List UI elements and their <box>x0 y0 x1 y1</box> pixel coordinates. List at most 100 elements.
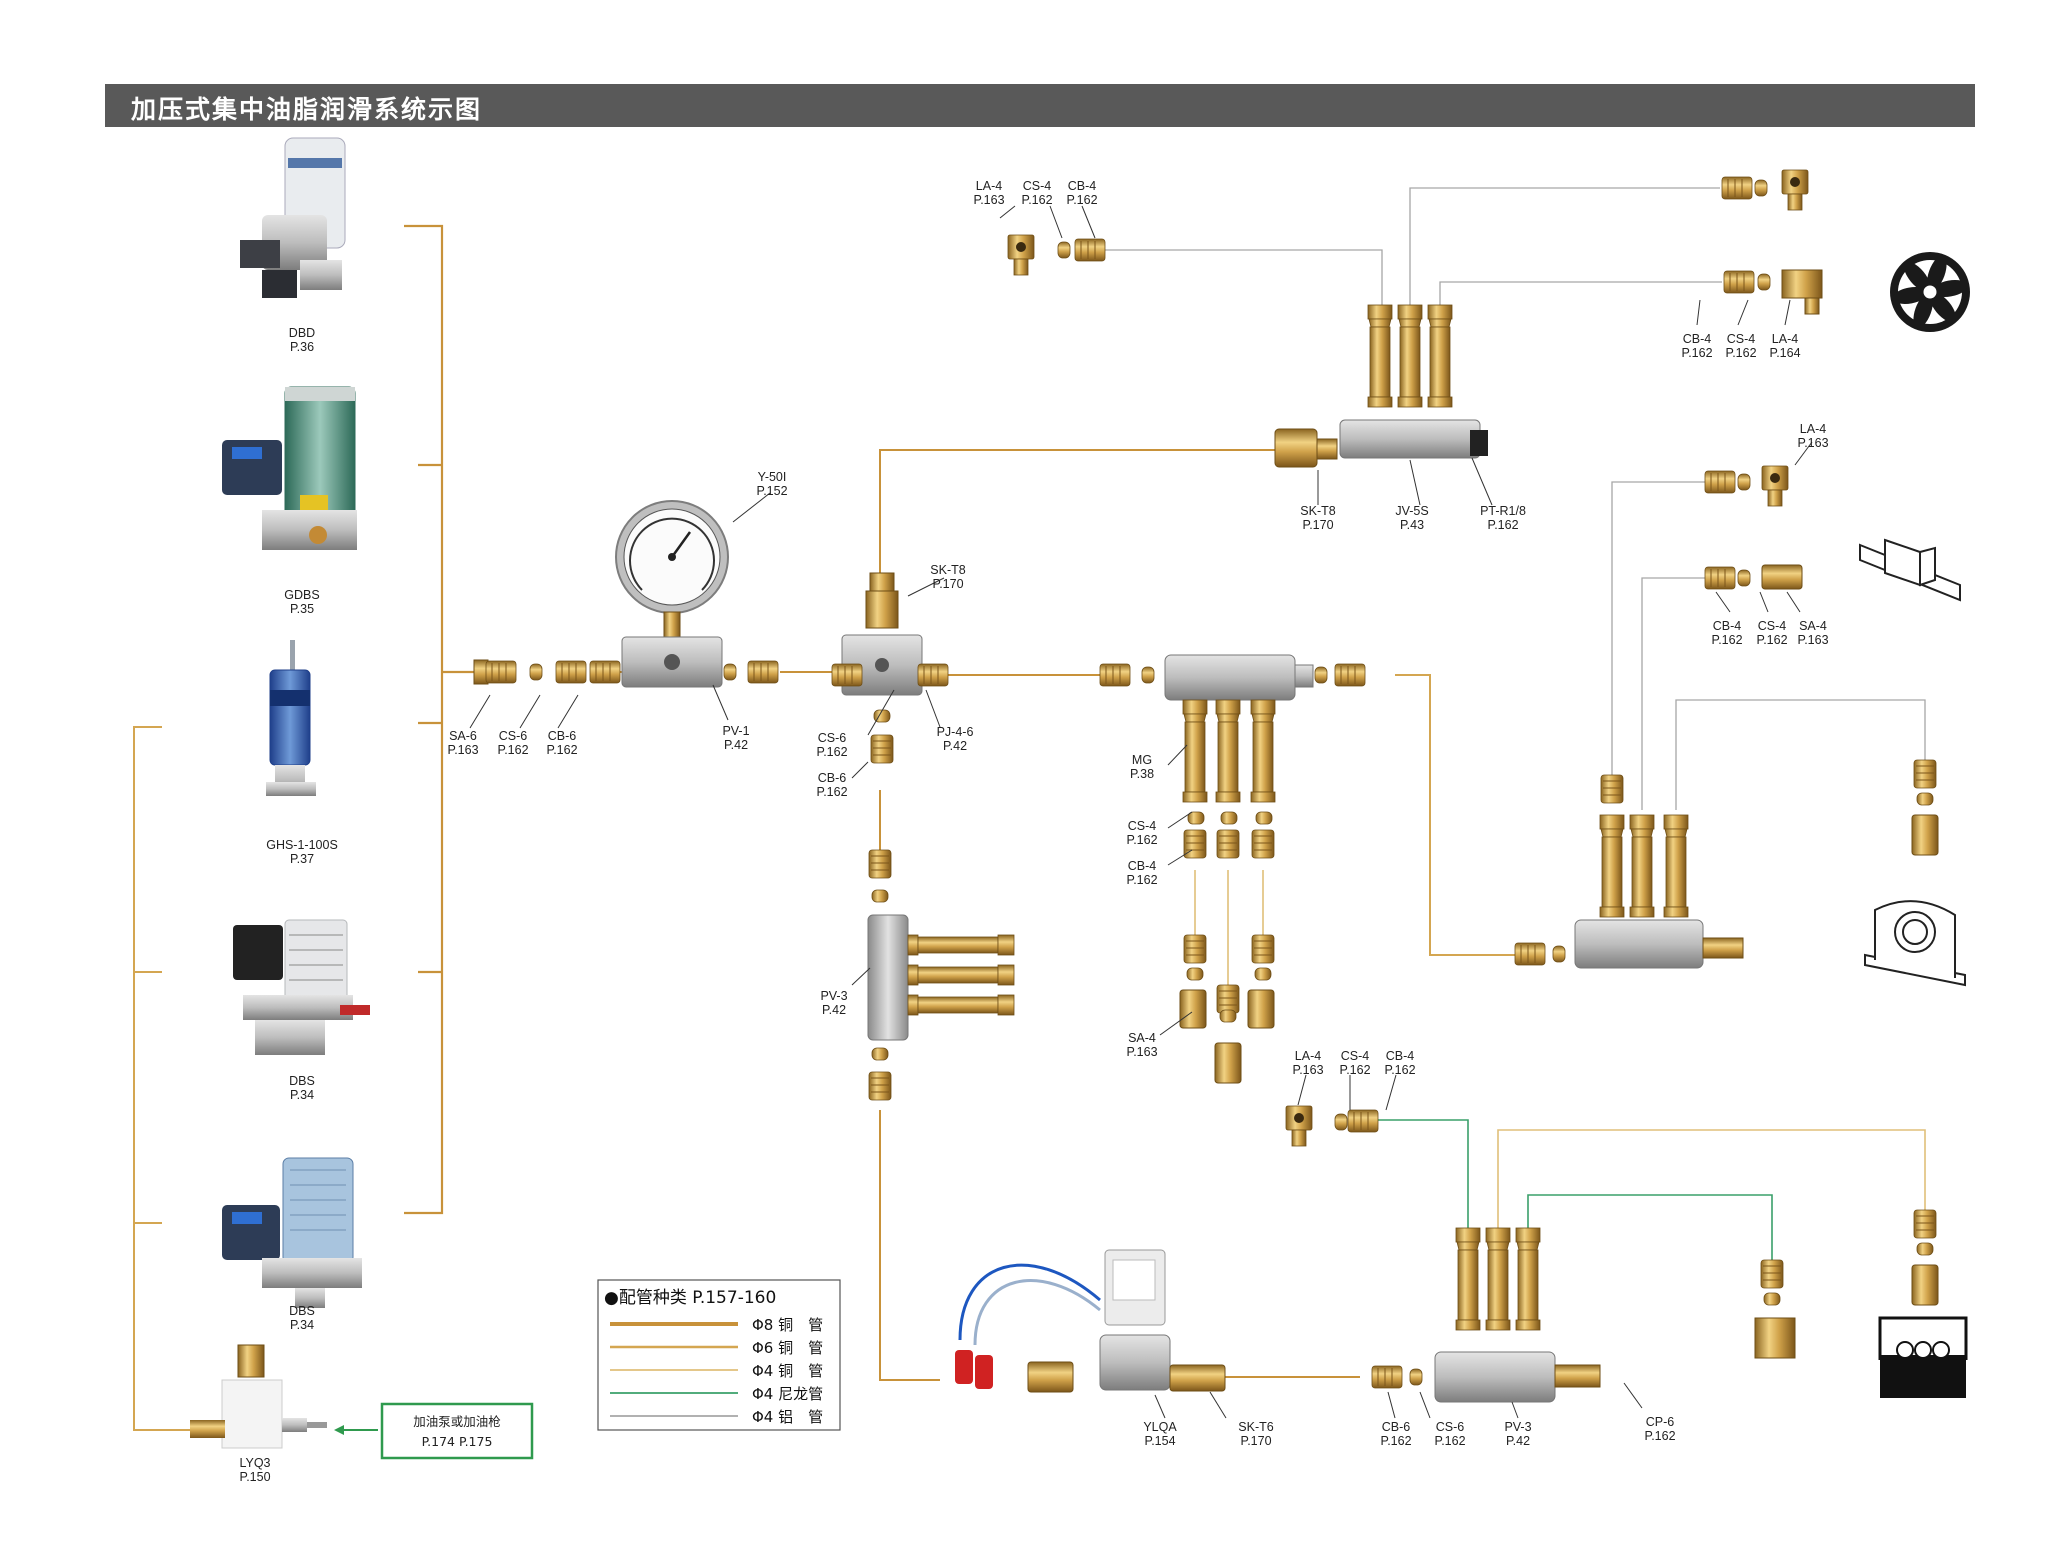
labels: DBD P.36 GDBS P.35 GHS-1-100S P.37 DBS P… <box>239 179 1828 1484</box>
leader-lines <box>469 205 1813 1419</box>
label-sa6-page: P.163 <box>447 743 478 757</box>
label-skt6-page: P.170 <box>1240 1434 1271 1448</box>
label-cb6b-page: P.162 <box>816 785 847 799</box>
label-cs4top-page: P.162 <box>1021 193 1052 207</box>
legend-item-cu6: Φ6 铜 管 <box>752 1339 823 1357</box>
label-skt6-model: SK-T6 <box>1238 1420 1273 1434</box>
label-y50i-page: P.152 <box>756 484 787 498</box>
label-cs6br-model: CS-6 <box>1436 1420 1465 1434</box>
label-la4r-model: LA-4 <box>1800 422 1826 436</box>
linear-guide-icon <box>1859 538 1961 602</box>
label-skt8top-page: P.170 <box>1302 518 1333 532</box>
jv5s-distributor <box>1274 304 1488 468</box>
label-sa6-model: SA-6 <box>449 729 477 743</box>
label-cb4mg-page: P.162 <box>1126 873 1157 887</box>
pump-ghs <box>266 640 316 796</box>
label-ptr18-model: PT-R1/8 <box>1480 504 1526 518</box>
label-lyq3-page: P.150 <box>239 1470 270 1484</box>
label-cb6br-model: CB-6 <box>1382 1420 1411 1434</box>
legend-item-cu8: Φ8 铜 管 <box>752 1316 823 1334</box>
pipes <box>133 187 1926 1431</box>
label-cb4tr-model: CB-4 <box>1683 332 1712 346</box>
pump-dbs-2 <box>222 1157 362 1308</box>
label-cb4tr-page: P.162 <box>1681 346 1712 360</box>
label-mg-model: MG <box>1132 753 1152 767</box>
label-cb4mg-model: CB-4 <box>1128 859 1157 873</box>
label-dbd-page: P.36 <box>290 340 314 354</box>
label-dbd-model: DBD <box>289 326 315 340</box>
label-cs4top-model: CS-4 <box>1023 179 1052 193</box>
label-cb6b-model: CB-6 <box>818 771 847 785</box>
label-pj46-page: P.42 <box>943 739 967 753</box>
label-ylqa-page: P.154 <box>1144 1434 1175 1448</box>
label-cb4r-model: CB-4 <box>1713 619 1742 633</box>
pipe-legend: ●配管种类 P.157-160 Φ8 铜 管 Φ6 铜 管 Φ4 铜 管 Φ4 … <box>597 1279 841 1431</box>
label-ptr18-page: P.162 <box>1487 518 1518 532</box>
legend-item-cu4: Φ4 铜 管 <box>752 1362 823 1380</box>
label-cb6-model: CB-6 <box>548 729 577 743</box>
label-cs6-page: P.162 <box>497 743 528 757</box>
pump-dbs-1 <box>233 919 370 1055</box>
pv3-left-body <box>867 849 1015 1101</box>
slide-way-icon <box>1878 1316 1968 1398</box>
label-cb6br-page: P.162 <box>1380 1434 1411 1448</box>
label-cb4top-model: CB-4 <box>1068 179 1097 193</box>
label-dbs1-model: DBS <box>289 1074 315 1088</box>
label-cb4r-page: P.162 <box>1711 633 1742 647</box>
label-mg-page: P.38 <box>1130 767 1154 781</box>
label-skt8-mid-page: P.170 <box>932 577 963 591</box>
label-gdbs-page: P.35 <box>290 602 314 616</box>
label-y50i-model: Y-50I <box>758 470 787 484</box>
label-la4tr-page: P.164 <box>1769 346 1800 360</box>
label-la4tr-model: LA-4 <box>1772 332 1798 346</box>
label-pv3left-model: PV-3 <box>820 989 847 1003</box>
label-cs6br-page: P.162 <box>1434 1434 1465 1448</box>
label-ylqa-model: YLQA <box>1143 1420 1177 1434</box>
label-ghs-model: GHS-1-100S <box>266 838 338 852</box>
label-dbs2-page: P.34 <box>290 1318 314 1332</box>
filler-notice-line1: 加油泵或加油枪 <box>413 1414 501 1429</box>
pv1-body <box>589 636 779 688</box>
label-dbs2-model: DBS <box>289 1304 315 1318</box>
filler-notice: 加油泵或加油枪 P.174 P.175 <box>334 1402 534 1460</box>
filler-notice-line2: P.174 P.175 <box>422 1434 493 1449</box>
label-gdbs-model: GDBS <box>284 588 319 602</box>
fan-icon <box>1890 252 1970 332</box>
label-lyq3-model: LYQ3 <box>239 1456 270 1470</box>
label-pv3br-model: PV-3 <box>1504 1420 1531 1434</box>
label-cb4b-model: CB-4 <box>1386 1049 1415 1063</box>
label-cs4b-page: P.162 <box>1339 1063 1370 1077</box>
label-pv1-page: P.42 <box>724 738 748 752</box>
label-cs4tr-model: CS-4 <box>1727 332 1756 346</box>
ylqa-switch <box>955 1249 1226 1393</box>
pump-gdbs <box>222 386 357 550</box>
pump-dbd <box>240 137 346 298</box>
label-pv1-model: PV-1 <box>722 724 749 738</box>
top-right-fittings <box>1721 169 1823 315</box>
legend-item-nylon4: Φ4 尼龙管 <box>752 1385 823 1403</box>
label-pv3br-page: P.42 <box>1506 1434 1530 1448</box>
label-la4b-page: P.163 <box>1292 1063 1323 1077</box>
label-cb4top-page: P.162 <box>1066 193 1097 207</box>
legend-title: ●配管种类 P.157-160 <box>604 1288 776 1308</box>
bearing-block-icon <box>1864 900 1966 987</box>
label-sa4r-model: SA-4 <box>1799 619 1827 633</box>
label-cs4r-model: CS-4 <box>1758 619 1787 633</box>
label-cs4tr-page: P.162 <box>1725 346 1756 360</box>
label-la4top-page: P.163 <box>973 193 1004 207</box>
label-skt8top-model: SK-T8 <box>1300 504 1335 518</box>
label-cs4b-model: CS-4 <box>1341 1049 1370 1063</box>
label-cp6-model: CP-6 <box>1646 1415 1675 1429</box>
bottom-right-fittings <box>1285 1105 1939 1403</box>
label-skt8-mid-model: SK-T8 <box>930 563 965 577</box>
label-ghs-page: P.37 <box>290 852 314 866</box>
lubrication-diagram: 加油泵或加油枪 P.174 P.175 ●配管种类 P.157-160 Φ8 铜… <box>133 137 1970 1484</box>
label-la4b-model: LA-4 <box>1295 1049 1321 1063</box>
label-cb6-page: P.162 <box>546 743 577 757</box>
label-jv5s-model: JV-5S <box>1395 504 1428 518</box>
label-jv5s-page: P.43 <box>1400 518 1424 532</box>
label-cs6b-model: CS-6 <box>818 731 847 745</box>
label-dbs1-page: P.34 <box>290 1088 314 1102</box>
filler-lyq3 <box>190 1344 327 1449</box>
pj46-body <box>831 572 949 764</box>
